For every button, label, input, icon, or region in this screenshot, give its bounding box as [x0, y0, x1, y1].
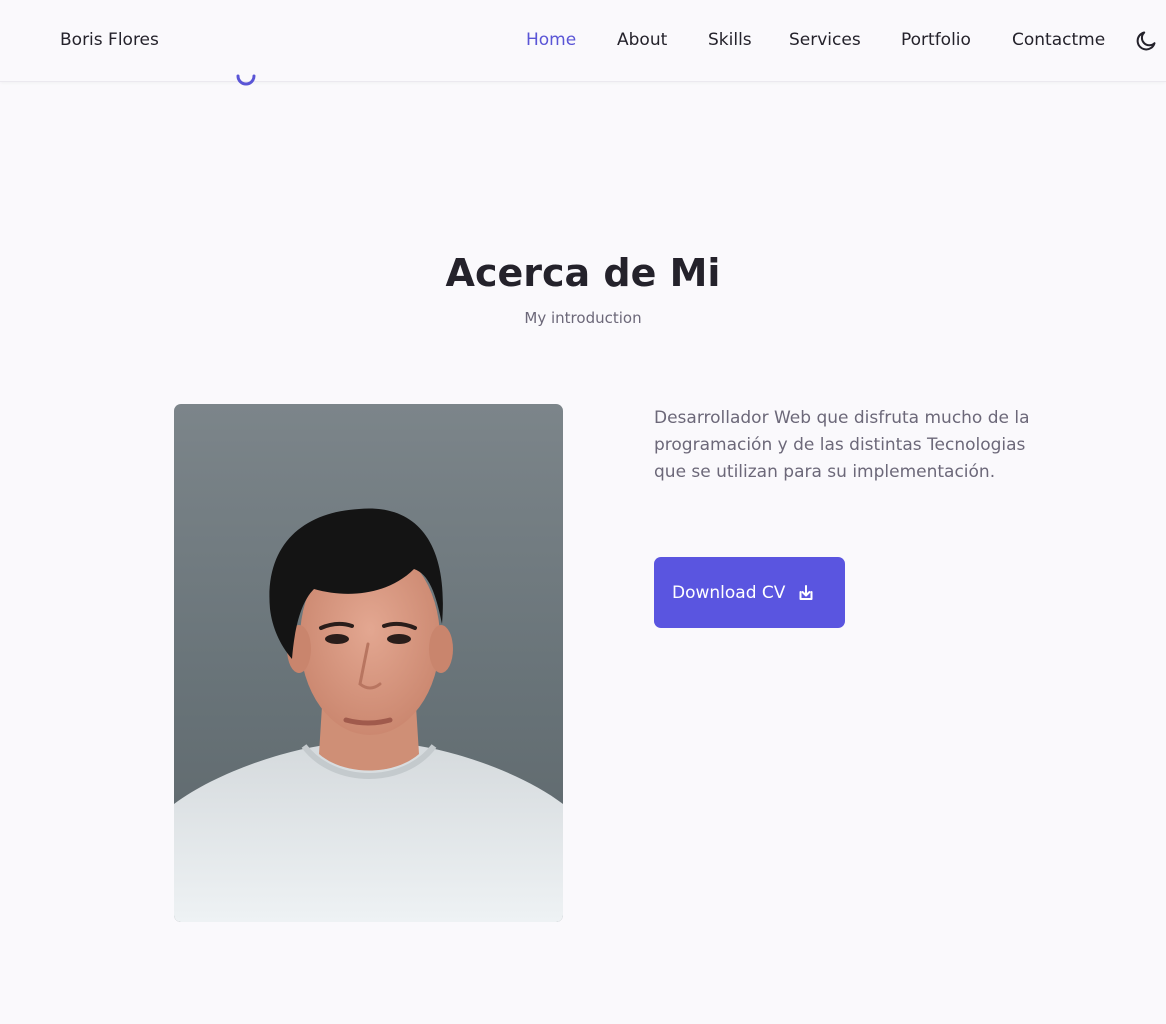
nav-link-services[interactable]: Services — [789, 30, 861, 50]
nav-link-home[interactable]: Home — [526, 30, 576, 50]
moon-icon[interactable] — [1134, 29, 1158, 53]
download-cv-button[interactable]: Download CV — [654, 557, 845, 628]
section-subtitle: My introduction — [524, 309, 642, 327]
profile-photo — [174, 404, 563, 922]
decorative-arc — [236, 74, 256, 86]
site-logo[interactable]: Boris Flores — [60, 30, 159, 50]
download-cv-label: Download CV — [672, 582, 786, 603]
section-title: Acerca de Mi — [445, 251, 721, 295]
site-header: Boris Flores Home About Skills Services … — [0, 0, 1166, 82]
nav-link-contactme[interactable]: Contactme — [1012, 30, 1105, 50]
download-icon — [796, 583, 816, 603]
nav-link-about[interactable]: About — [617, 30, 667, 50]
nav-link-portfolio[interactable]: Portfolio — [901, 30, 971, 50]
nav-link-skills[interactable]: Skills — [708, 30, 752, 50]
about-description: Desarrollador Web que disfruta mucho de … — [654, 408, 1030, 482]
